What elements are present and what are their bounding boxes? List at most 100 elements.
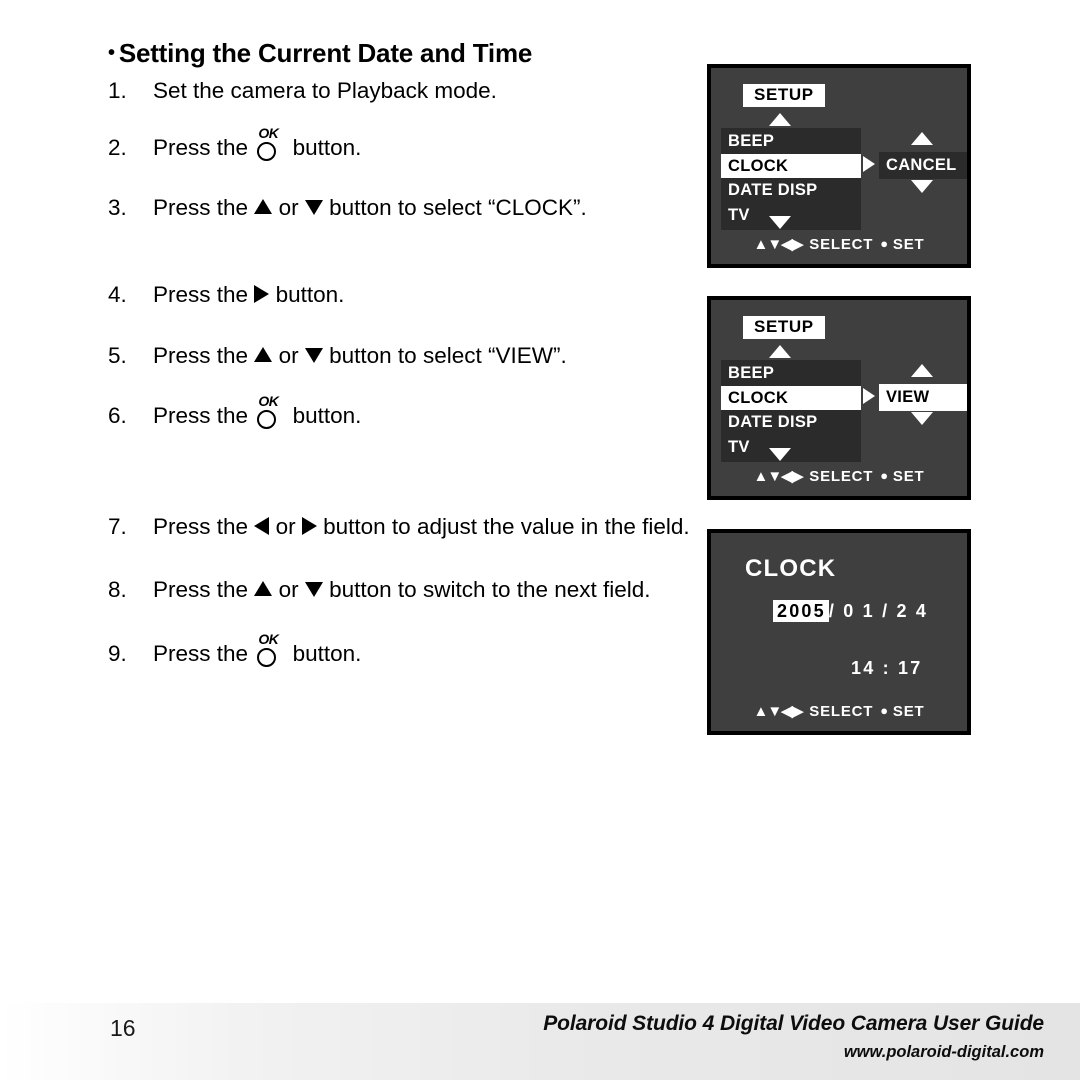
submenu-pointer-icon [863,388,875,404]
step-7-text-mid: or [275,514,296,539]
ok-button-label: OK [258,631,279,647]
clock-time-field[interactable]: 14 : 17 [851,658,922,679]
step-3-number: 3. [108,195,127,220]
arrow-up-icon [254,199,273,214]
step-6: 6. Press the OK button. [108,394,708,431]
submenu-panel: VIEW [879,384,967,411]
hint-dot-icon: ● [880,703,889,718]
ok-button-icon: OK [257,632,283,667]
step-5-text-before: Press the [153,343,249,368]
hint-set-label: SET [892,236,925,253]
menu-item-tv[interactable]: TV [721,435,861,460]
lcd-screen-setup-view: SETUP BEEP CLOCK DATE DISP TV VIEW ▲▼◀▶ S… [707,296,971,500]
setup-menu-list: BEEP CLOCK DATE DISP TV [721,128,861,230]
submenu-value-cancel[interactable]: CANCEL [879,152,967,179]
step-5-text-after: button to select “VIEW”. [329,343,567,368]
lcd-screen-clock: CLOCK 2005/ 0 1 / 2 4 14 : 17 ▲▼◀▶ SELECT… [707,529,971,735]
step-6-text: Press the OK button. [153,394,708,431]
step-2-text-after: button. [292,135,362,160]
page-footer: 16 Polaroid Studio 4 Digital Video Camer… [0,1003,1080,1080]
menu-item-tv[interactable]: TV [721,203,861,228]
step-3-text-before: Press the [153,195,249,220]
submenu-up-caret-icon [911,132,933,145]
clock-screen-title: CLOCK [745,555,837,582]
step-4-text: Press the button. [153,279,708,310]
step-7: 7. Press the or button to adjust the val… [108,511,708,542]
ok-button-label: OK [258,125,279,141]
step-8-text-mid: or [278,577,299,602]
lcd-hint-bar: ▲▼◀▶ SELECT ● SET [711,235,967,253]
step-4-number: 4. [108,282,127,307]
step-8-number: 8. [108,577,127,602]
ok-button-circle [257,142,277,161]
step-9-text-before: Press the [153,641,249,666]
setup-title-chip: SETUP [743,316,825,339]
instruction-list: • Setting the Current Date and Time 1. Se… [108,38,708,669]
submenu-value-view[interactable]: VIEW [879,384,967,411]
step-5: 5. Press the or button to select “VIEW”. [108,340,708,371]
step-3: 3. Press the or button to select “CLOCK”… [108,192,708,223]
ok-button-icon: OK [257,394,283,429]
scroll-up-caret-icon [769,345,791,358]
clock-date-row: 2005/ 0 1 / 2 4 [773,600,928,622]
menu-item-date-disp[interactable]: DATE DISP [721,178,861,203]
submenu-down-caret-icon [911,412,933,425]
step-3-text-after: button to select “CLOCK”. [329,195,587,220]
menu-item-beep[interactable]: BEEP [721,129,861,154]
page-title: • Setting the Current Date and Time [108,38,708,69]
arrow-left-icon [254,517,270,535]
hint-select-label: SELECT [809,468,874,485]
menu-item-clock[interactable]: CLOCK [721,385,861,411]
step-2-text-before: Press the [153,135,249,160]
step-4-text-before: Press the [153,282,249,307]
step-6-number: 6. [108,403,127,428]
step-7-text: Press the or button to adjust the value … [153,511,708,542]
menu-item-date-disp[interactable]: DATE DISP [721,410,861,435]
arrow-down-icon [304,200,323,215]
arrow-down-icon [304,582,323,597]
step-4: 4. Press the button. [108,279,708,310]
arrow-up-icon [254,347,273,362]
setup-menu-list: BEEP CLOCK DATE DISP TV [721,360,861,462]
step-2: 2. Press the OK button. [108,126,708,163]
scroll-up-caret-icon [769,113,791,126]
step-8: 8. Press the or button to switch to the … [108,574,708,605]
submenu-pointer-icon [863,156,875,172]
scroll-down-caret-icon [769,448,791,461]
step-5-text-mid: or [278,343,299,368]
page-title-text: Setting the Current Date and Time [118,38,533,68]
step-8-text: Press the or button to switch to the nex… [153,574,708,605]
step-6-text-after: button. [292,403,362,428]
clock-month-day-field[interactable]: / 0 1 / 2 4 [829,601,928,621]
hint-direction-glyphs: ▲▼◀▶ [753,703,804,720]
arrow-down-icon [304,348,323,363]
lcd-hint-bar: ▲▼◀▶ SELECT ● SET [711,467,967,485]
hint-dot-icon: ● [880,236,889,251]
clock-year-field[interactable]: 2005 [773,600,829,622]
ok-button-label: OK [258,393,279,409]
step-7-text-before: Press the [153,514,249,539]
step-9: 9. Press the OK button. [108,632,708,669]
step-5-number: 5. [108,343,127,368]
site-url[interactable]: www.polaroid-digital.com [0,1043,1044,1062]
step-1-text: Set the camera to Playback mode. [153,78,497,103]
arrow-right-icon [254,285,270,303]
bullet-icon: • [108,42,115,64]
ok-button-circle [257,648,277,667]
hint-direction-glyphs: ▲▼◀▶ [753,236,804,253]
menu-item-clock[interactable]: CLOCK [721,153,861,179]
step-6-text-before: Press the [153,403,249,428]
hint-direction-glyphs: ▲▼◀▶ [753,468,804,485]
submenu-panel: CANCEL [879,152,967,179]
arrow-right-icon [301,517,317,535]
step-2-number: 2. [108,135,127,160]
menu-item-beep[interactable]: BEEP [721,361,861,386]
lcd-hint-bar: ▲▼◀▶ SELECT ● SET [711,702,967,720]
ok-button-icon: OK [257,126,283,161]
step-9-number: 9. [108,641,127,666]
step-7-number: 7. [108,514,127,539]
hint-dot-icon: ● [880,468,889,483]
step-3-text: Press the or button to select “CLOCK”. [153,192,708,223]
setup-title-chip: SETUP [743,84,825,107]
submenu-up-caret-icon [911,364,933,377]
